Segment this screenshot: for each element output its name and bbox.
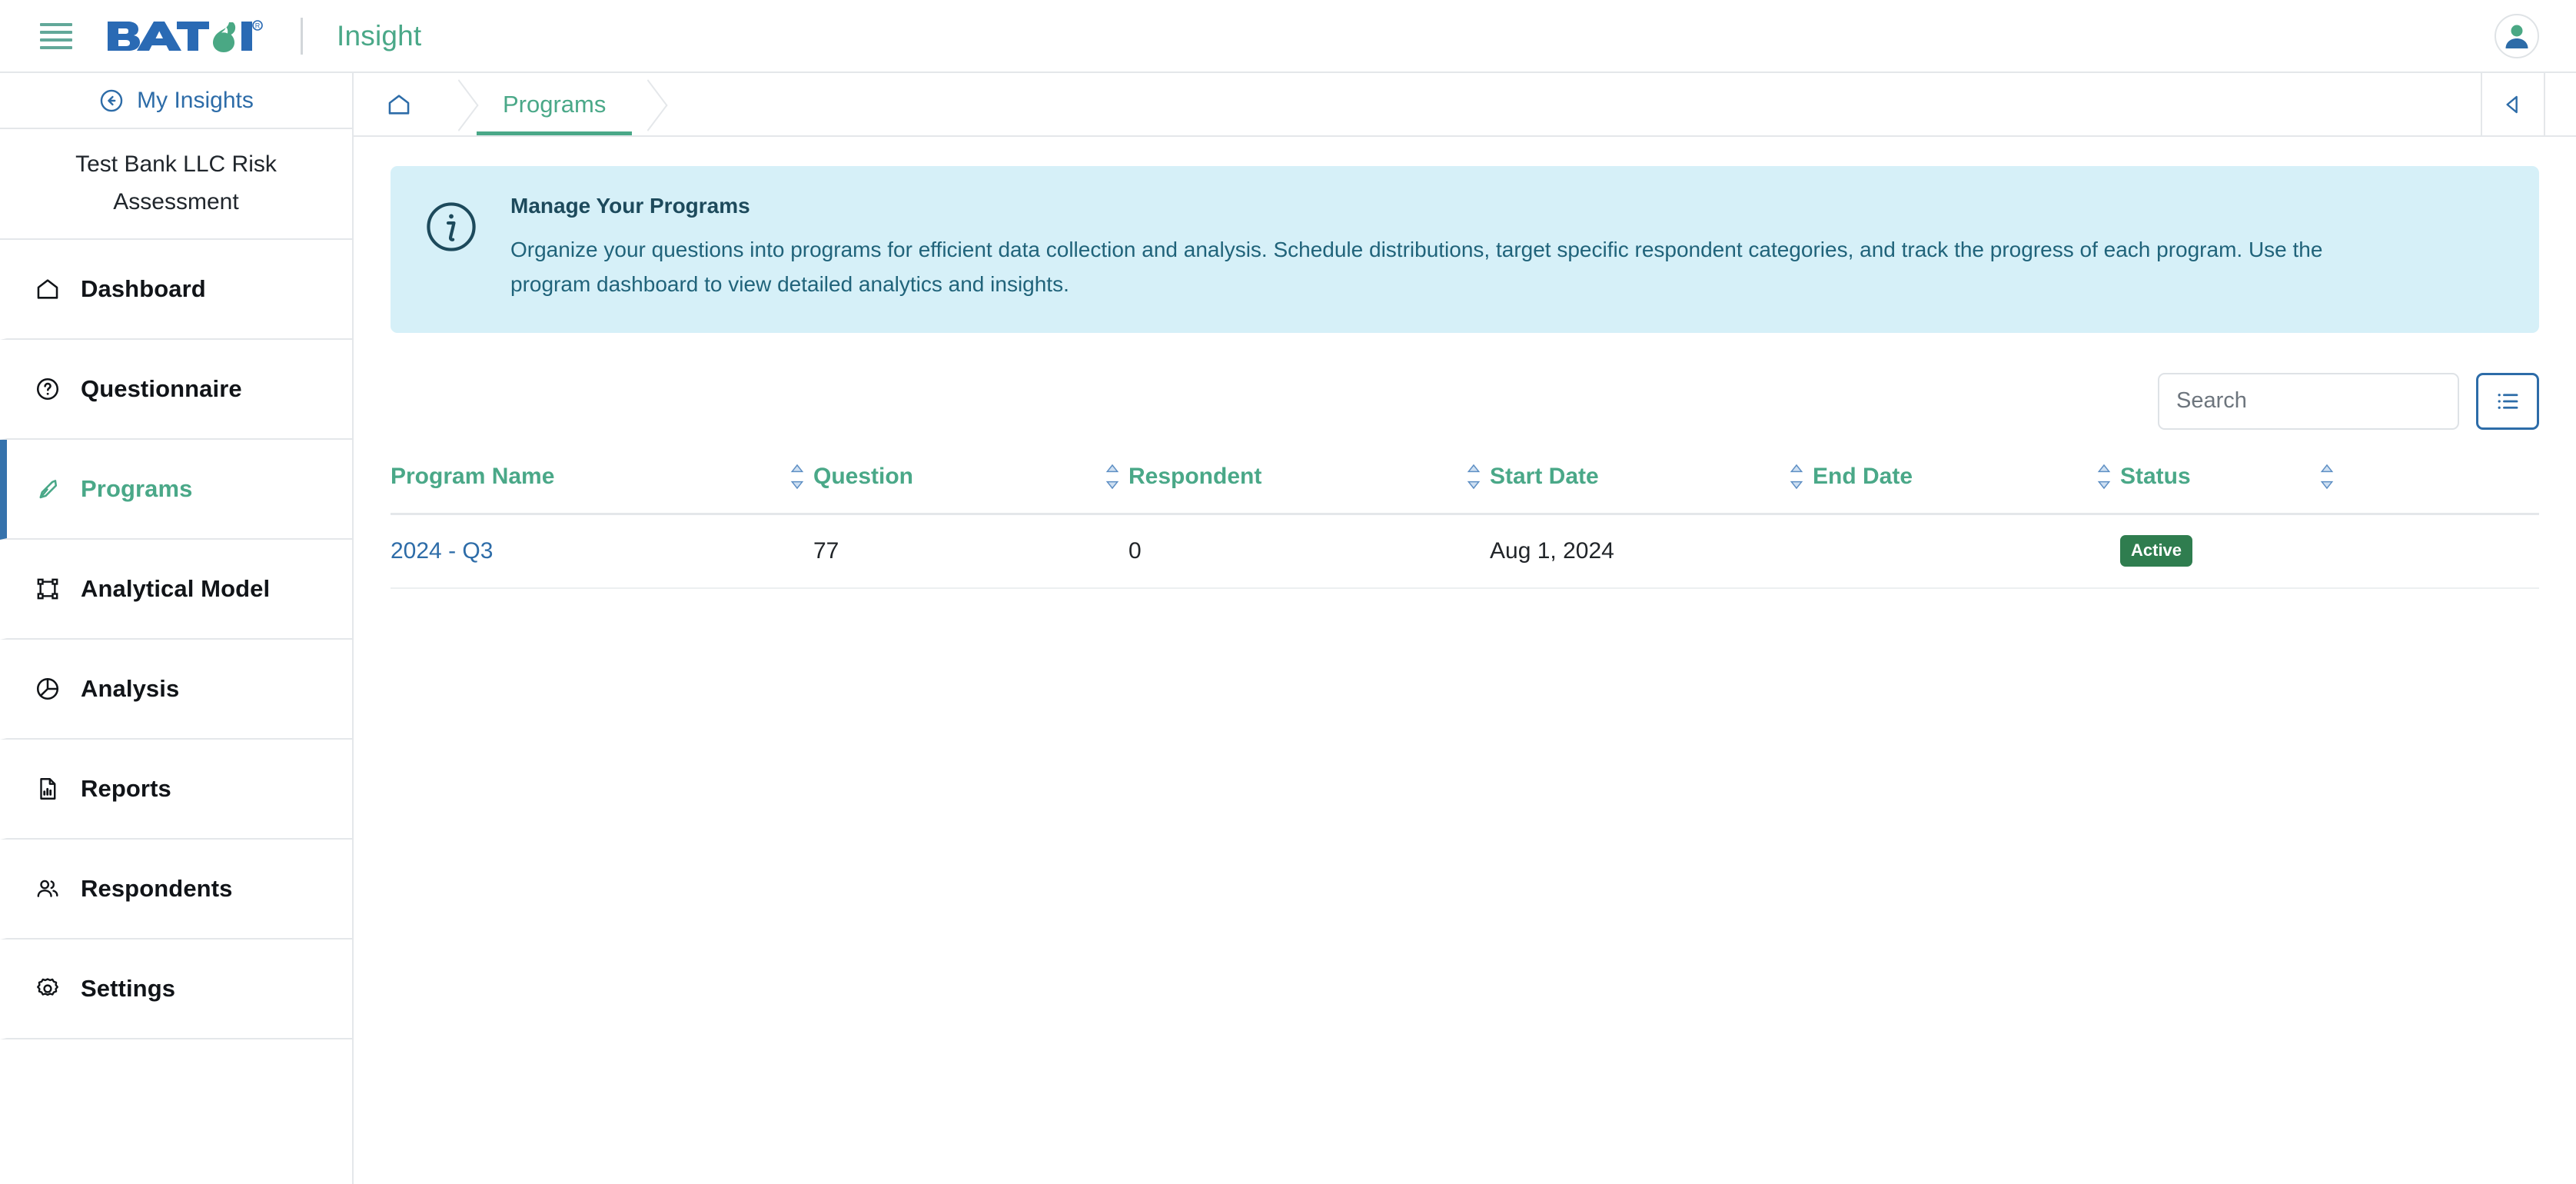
question-circle-icon <box>33 374 62 404</box>
batoi-logo[interactable]: R <box>106 18 264 54</box>
home-icon <box>33 274 62 304</box>
hamburger-icon[interactable] <box>40 22 72 49</box>
info-circle-icon <box>423 198 480 259</box>
column-header-status[interactable]: Status <box>2120 464 2343 490</box>
sidebar-item-label: Questionnaire <box>81 375 242 402</box>
sort-icon[interactable] <box>1788 461 1805 492</box>
home-icon <box>388 94 410 115</box>
sidebar-back-my-insights[interactable]: My Insights <box>0 73 352 129</box>
sidebar-item-analysis[interactable]: Analysis <box>0 640 352 740</box>
caret-left-icon <box>2506 95 2518 113</box>
cell-program-name: 2024 - Q3 <box>391 538 813 564</box>
info-banner-title: Manage Your Programs <box>510 194 750 218</box>
sidebar-back-label: My Insights <box>137 87 254 113</box>
sidebar-item-settings[interactable]: Settings <box>0 940 352 1039</box>
column-label: Start Date <box>1490 463 1599 489</box>
column-label: Status <box>2120 463 2191 489</box>
sidebar-item-label: Programs <box>81 475 193 502</box>
table-header-row: Program Name Question Respondent Start D… <box>391 464 2539 515</box>
top-bar: R Insight <box>0 0 2576 73</box>
table-row[interactable]: 2024 - Q3 77 0 Aug 1, 2024 Active <box>391 515 2539 589</box>
cell-start-date: Aug 1, 2024 <box>1490 537 1614 564</box>
app-body: My Insights Test Bank LLC Risk Assessmen… <box>0 73 2576 1184</box>
sidebar-item-label: Analysis <box>81 675 180 702</box>
breadcrumb-label: Programs <box>503 90 607 118</box>
users-icon <box>33 874 62 903</box>
frame-corners-icon <box>33 574 62 604</box>
app-name: Insight <box>337 19 422 52</box>
column-header-respondent[interactable]: Respondent <box>1128 464 1490 490</box>
sidebar-item-respondents[interactable]: Respondents <box>0 840 352 940</box>
column-label: Question <box>813 463 914 489</box>
breadcrumb: Programs <box>354 73 2481 135</box>
pen-nib-icon <box>33 474 62 504</box>
sidebar-collapse-button[interactable] <box>2481 73 2545 135</box>
programs-table: Program Name Question Respondent Start D… <box>391 464 2539 589</box>
breadcrumb-bar: Programs <box>354 73 2576 137</box>
page-content: Manage Your Programs Organize your quest… <box>354 137 2576 1184</box>
info-banner-text: Manage Your Programs Organize your quest… <box>510 194 2401 302</box>
main-content: Programs Manage Your Programs Organize y… <box>354 73 2576 1184</box>
sidebar-item-label: Analytical Model <box>81 575 271 602</box>
cell-status: Active <box>2120 535 2343 567</box>
sidebar: My Insights Test Bank LLC Risk Assessmen… <box>0 73 354 1184</box>
status-badge: Active <box>2120 535 2193 567</box>
batoi-logo-mark: R <box>108 19 263 52</box>
breadcrumb-tail <box>2545 73 2576 135</box>
info-banner: Manage Your Programs Organize your quest… <box>391 166 2539 333</box>
breadcrumb-current-programs[interactable]: Programs <box>477 73 633 135</box>
sort-icon[interactable] <box>789 461 806 492</box>
sidebar-item-reports[interactable]: Reports <box>0 740 352 840</box>
sidebar-item-questionnaire[interactable]: Questionnaire <box>0 340 352 440</box>
breadcrumb-separator <box>632 73 666 135</box>
sidebar-org-name: Test Bank LLC Risk Assessment <box>0 129 352 240</box>
sidebar-item-label: Respondents <box>81 875 233 902</box>
cell-respondent: 0 <box>1128 537 1142 564</box>
column-header-start-date[interactable]: Start Date <box>1490 464 1813 490</box>
sidebar-item-label: Settings <box>81 975 176 1002</box>
sidebar-filler <box>0 1039 352 1184</box>
pie-chart-icon <box>33 674 62 703</box>
sidebar-item-analytical-model[interactable]: Analytical Model <box>0 540 352 640</box>
arrow-left-circle-icon <box>100 89 123 111</box>
sort-icon[interactable] <box>1465 461 1482 492</box>
header-divider <box>301 17 303 55</box>
file-bar-chart-icon <box>33 774 62 803</box>
column-header-end-date[interactable]: End Date <box>1813 464 2120 490</box>
search-input[interactable] <box>2158 372 2459 430</box>
sort-icon[interactable] <box>2318 461 2335 492</box>
column-header-question[interactable]: Question <box>813 464 1128 490</box>
svg-text:R: R <box>255 22 261 29</box>
breadcrumb-separator <box>443 73 477 135</box>
sidebar-item-programs[interactable]: Programs <box>0 440 352 540</box>
column-header-program-name[interactable]: Program Name <box>391 464 813 490</box>
app-root: R Insight My Insights Test Bank LLC Risk… <box>0 0 2576 1184</box>
user-avatar-icon[interactable] <box>2495 13 2539 58</box>
column-label: End Date <box>1813 463 1913 489</box>
sort-icon[interactable] <box>1104 461 1121 492</box>
sidebar-item-label: Reports <box>81 775 171 802</box>
cell-question: 77 <box>813 537 839 564</box>
column-label: Program Name <box>391 463 555 489</box>
list-view-icon <box>2498 393 2518 409</box>
list-view-toggle-button[interactable] <box>2476 372 2539 430</box>
sidebar-item-dashboard[interactable]: Dashboard <box>0 240 352 340</box>
sort-icon[interactable] <box>2096 461 2112 492</box>
breadcrumb-home[interactable] <box>354 73 443 135</box>
info-banner-body: Organize your questions into programs fo… <box>510 238 2323 297</box>
sidebar-item-label: Dashboard <box>81 275 206 302</box>
gear-icon <box>33 974 62 1003</box>
table-toolbar <box>391 372 2539 430</box>
program-name-link[interactable]: 2024 - Q3 <box>391 538 493 564</box>
avatar-glyph <box>2505 25 2528 48</box>
column-label: Respondent <box>1128 463 1262 489</box>
